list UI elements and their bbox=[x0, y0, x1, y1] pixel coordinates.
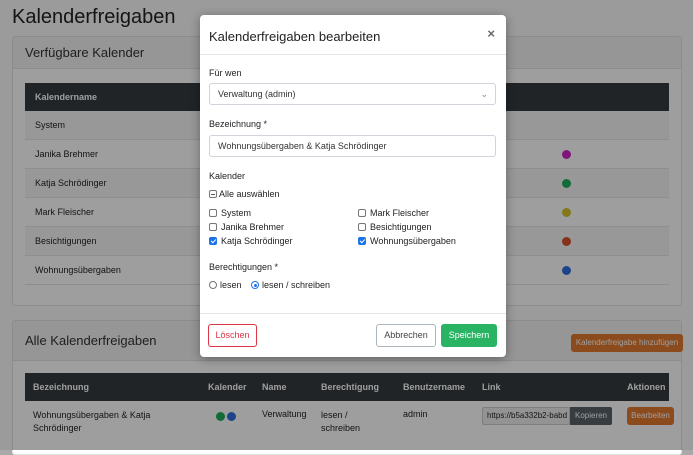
permission-read-radio[interactable]: lesen bbox=[209, 280, 242, 290]
calendar-checkbox[interactable]: Katja Schrödinger bbox=[209, 236, 293, 246]
checkbox-icon bbox=[358, 223, 366, 231]
calendar-checkbox[interactable]: System bbox=[209, 208, 251, 218]
calendar-checkbox[interactable]: Besichtigungen bbox=[358, 222, 432, 232]
checked-checkbox-icon bbox=[358, 237, 366, 245]
chevron-down-icon: ⌄ bbox=[480, 89, 488, 99]
indeterminate-checkbox-icon bbox=[209, 190, 217, 198]
select-all-checkbox[interactable]: Alle auswählen bbox=[209, 189, 280, 199]
close-icon[interactable]: × bbox=[487, 26, 495, 41]
calendar-label: Kalender bbox=[209, 171, 246, 181]
save-button[interactable]: Speichern bbox=[441, 324, 497, 347]
for-whom-select[interactable]: Verwaltung (admin) ⌄ bbox=[209, 83, 496, 105]
radio-icon bbox=[209, 281, 217, 289]
edit-share-modal: Kalenderfreigaben bearbeiten × Für wen V… bbox=[200, 15, 506, 357]
delete-button[interactable]: Löschen bbox=[208, 324, 257, 347]
permission-readwrite-radio[interactable]: lesen / schreiben bbox=[251, 280, 330, 290]
checkbox-icon bbox=[209, 209, 217, 217]
radio-selected-icon bbox=[251, 281, 259, 289]
name-label: Bezeichnung * bbox=[209, 119, 268, 129]
calendar-checkbox[interactable]: Janika Brehmer bbox=[209, 222, 284, 232]
checked-checkbox-icon bbox=[209, 237, 217, 245]
permissions-label: Berechtigungen * bbox=[209, 262, 279, 272]
checkbox-icon bbox=[209, 223, 217, 231]
checkbox-icon bbox=[358, 209, 366, 217]
cancel-button[interactable]: Abbrechen bbox=[376, 324, 436, 347]
for-whom-label: Für wen bbox=[209, 68, 242, 78]
modal-footer-divider bbox=[200, 313, 506, 314]
name-input[interactable]: Wohnungsübergaben & Katja Schrödinger bbox=[209, 135, 496, 157]
calendar-checkbox[interactable]: Wohnungsübergaben bbox=[358, 236, 456, 246]
calendar-checkbox[interactable]: Mark Fleischer bbox=[358, 208, 429, 218]
modal-title: Kalenderfreigaben bearbeiten bbox=[209, 29, 381, 44]
modal-header-divider bbox=[200, 54, 506, 55]
